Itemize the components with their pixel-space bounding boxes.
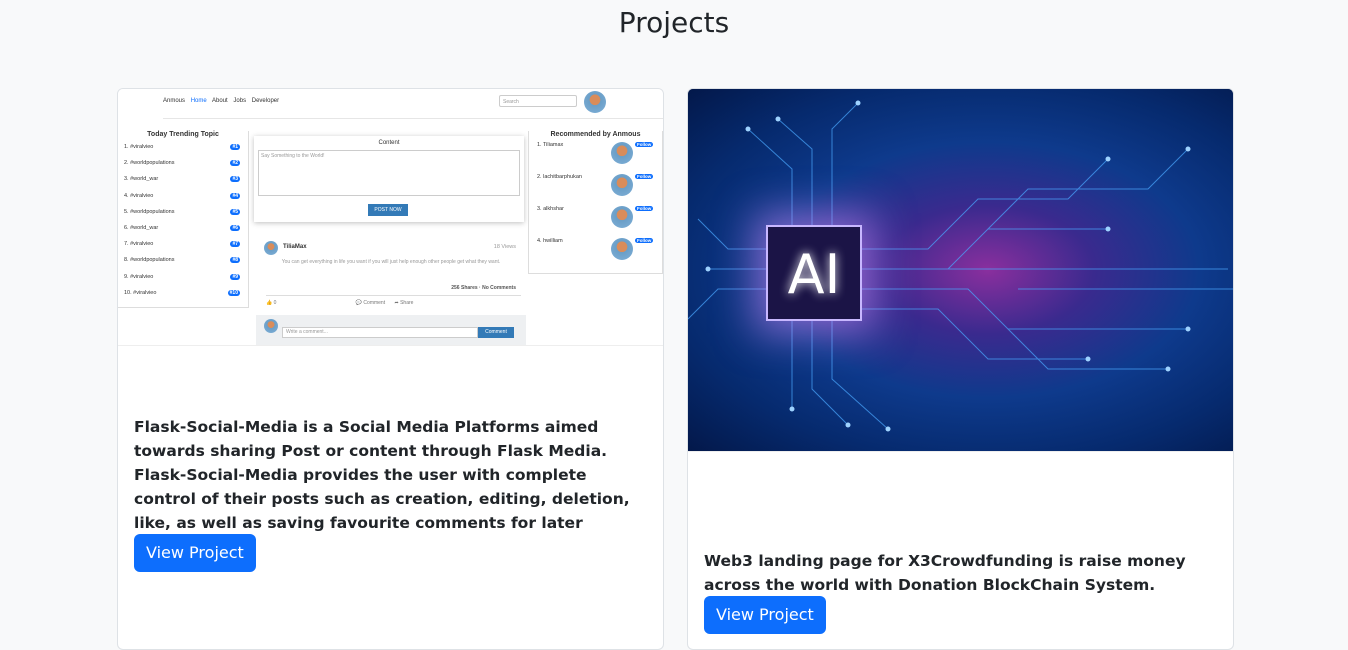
mock-avatar — [584, 91, 606, 113]
mock-comment-bar: Write a comment... Comment — [256, 315, 526, 345]
rec-row: 1. Tiliamax Follow — [529, 142, 662, 174]
trend-row: 9. #viralvieo #9 — [124, 273, 240, 280]
mock-content-box: Content Say Something to the World! POST… — [254, 136, 524, 222]
mock-post-actions: 👍 0 💬 Comment ➦ Share — [266, 295, 521, 306]
mock-search: Search — [499, 95, 577, 107]
avatar — [611, 238, 633, 260]
trend-row: 4. #viralvieo #4 — [124, 192, 240, 199]
mock-comment-input: Write a comment... — [282, 327, 478, 338]
ai-chip: AI — [766, 225, 862, 321]
mock-post-text: You can get everything in life you want … — [281, 259, 501, 265]
mock-nav-developer: Developer — [251, 98, 280, 104]
trend-row: 10. #viralvieo #10 — [124, 289, 240, 296]
mock-nav-home: Home — [190, 98, 207, 104]
avatar — [611, 206, 633, 228]
trend-row: 7. #viralvieo #7 — [124, 241, 240, 248]
screenshot-mock: Anmous Home About Jobs Developer Search … — [118, 89, 663, 345]
mock-trending-title: Today Trending Topic — [147, 131, 219, 138]
avatar — [611, 174, 633, 196]
thumbs-up-icon: 👍 — [266, 300, 273, 306]
mock-nav-about: About — [212, 98, 228, 104]
project-card-x3crowdfunding: AI Web3 landing page for X3Crowdfunding … — [687, 88, 1234, 650]
mock-nav-jobs: Jobs — [233, 98, 247, 104]
mock-trending: Today Trending Topic 1. #viralvieo #1 2. … — [118, 131, 249, 308]
avatar — [611, 142, 633, 164]
mock-divider — [163, 118, 663, 119]
trend-row: 1. #viralvieo #1 — [124, 144, 240, 150]
project-screenshot: Anmous Home About Jobs Developer Search … — [118, 89, 663, 346]
trend-row: 2. #worldpopulations #2 — [124, 160, 240, 167]
mock-post-button: POST NOW — [368, 204, 408, 216]
section-title: Projects — [618, 6, 730, 39]
mock-post-user: TiliaMax — [283, 244, 307, 250]
mock-brand: Anmous — [163, 98, 186, 104]
mock-comment-button: Comment — [478, 327, 514, 338]
mock-post-views: 18 Views — [493, 244, 516, 250]
project-description: Web3 landing page for X3Crowdfunding is … — [704, 551, 1186, 594]
ai-chip-label: AI — [787, 243, 841, 306]
view-project-button[interactable]: View Project — [704, 596, 826, 634]
trend-row: 5. #worldpopulations #5 — [124, 208, 240, 215]
project-card-flask-social-media: Anmous Home About Jobs Developer Search … — [117, 88, 664, 650]
avatar — [264, 319, 278, 333]
mock-content-title: Content — [378, 140, 400, 146]
share-icon: ➦ — [394, 300, 399, 306]
mock-post-stats: 256 Shares · No Comments — [451, 285, 516, 291]
avatar — [264, 241, 278, 255]
rec-row: 4. hwilliam Follow — [529, 238, 662, 270]
view-project-button[interactable]: View Project — [134, 534, 256, 572]
mock-recommended: Recommended by Anmous 1. Tiliamax Follow … — [528, 131, 663, 274]
mock-post: TiliaMax 18 Views You can get everything… — [256, 239, 526, 306]
comment-icon: 💬 — [355, 300, 363, 306]
rec-row: 2. lachitbarphukan Follow — [529, 174, 662, 206]
trend-row: 6. #world_war #6 — [124, 224, 240, 231]
mock-content-textarea: Say Something to the World! — [258, 150, 520, 196]
rec-row: 3. alkhshar Follow — [529, 206, 662, 238]
trend-row: 8. #worldpopulations #8 — [124, 257, 240, 264]
mock-nav: Anmous Home About Jobs Developer — [163, 98, 283, 104]
trend-row: 3. #world_war #3 — [124, 176, 240, 183]
project-image-ai: AI — [688, 89, 1233, 452]
mock-recommended-title: Recommended by Anmous — [550, 131, 641, 138]
